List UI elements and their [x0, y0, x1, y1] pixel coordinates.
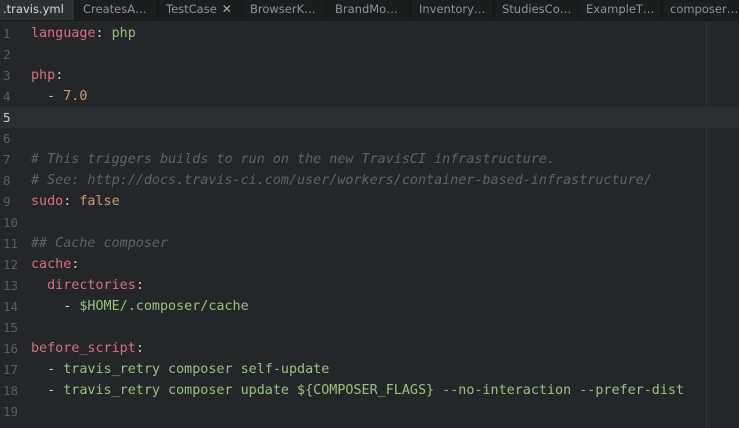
code-line[interactable]: 2 — [0, 44, 739, 65]
code-line[interactable]: 3 php: — [0, 65, 739, 86]
code-line[interactable]: 10 — [0, 212, 739, 233]
code-token: before_script — [31, 341, 136, 356]
line-code: directories: — [31, 275, 144, 296]
tab-label: ExampleT… — [586, 2, 655, 16]
line-number: 12 — [3, 257, 19, 272]
tab-1[interactable]: .travis.yml — [0, 0, 75, 20]
line-code: - travis_retry composer update ${COMPOSE… — [31, 380, 684, 401]
code-line[interactable]: 11 ## Cache composer — [0, 233, 739, 254]
line-code: sudo: false — [31, 191, 120, 212]
code-line[interactable]: 9 sudo: false — [0, 191, 739, 212]
code-line[interactable]: 4 - 7.0 — [0, 86, 739, 107]
code-line[interactable]: 5 — [0, 107, 739, 128]
code-token: - — [31, 299, 80, 314]
code-token: language — [31, 26, 96, 41]
code-line[interactable]: 16 before_script: — [0, 338, 739, 359]
code-token: travis_retry composer update ${COMPOSER_… — [63, 383, 685, 398]
tab-4[interactable]: BrowserK… — [242, 0, 327, 20]
line-code: - $HOME/.composer/cache — [31, 296, 249, 317]
tab-label: Inventory… — [419, 2, 486, 16]
code-line[interactable]: 7 # This triggers builds to run on the ne… — [0, 149, 739, 170]
code-token: - — [31, 362, 64, 377]
line-number: 13 — [3, 278, 19, 293]
code-token: : — [95, 26, 112, 41]
line-number: 7 — [3, 152, 11, 167]
code-token: ## Cache composer — [31, 236, 169, 251]
code-token: - — [31, 89, 64, 104]
code-line[interactable]: 15 — [0, 317, 739, 338]
line-number: 1 — [3, 26, 11, 41]
line-code: # This triggers builds to run on the new… — [31, 149, 555, 170]
tab-8[interactable]: ExampleT… — [578, 0, 662, 20]
line-number: 14 — [3, 299, 19, 314]
tab-bar: .travis.yml CreatesA… TestCase ✕ BrowserK… Br… — [0, 0, 739, 21]
line-code: ## Cache composer — [31, 233, 168, 254]
code-line[interactable]: 8 # See: http://docs.travis-ci.com/user/w… — [0, 170, 739, 191]
tab-label: CreatesA… — [83, 2, 147, 16]
code-editor[interactable]: 1 language: php 2 3 php: 4 - 7.0 5 6 7 # This tri… — [0, 21, 739, 428]
code-line[interactable]: 17 - travis_retry composer self-update — [0, 359, 739, 380]
code-token: : — [135, 278, 144, 293]
tab-label: StudiesCo… — [502, 2, 572, 16]
tab-3[interactable]: TestCase ✕ — [158, 0, 242, 20]
line-code: # See: http://docs.travis-ci.com/user/wo… — [31, 170, 652, 191]
line-number: 19 — [3, 404, 19, 419]
tab-9[interactable]: composer… — [662, 0, 739, 20]
line-number: 5 — [3, 110, 11, 125]
code-line[interactable]: 19 — [0, 401, 739, 422]
code-token: # See: http://docs.travis-ci.com/user/wo… — [31, 173, 652, 188]
line-number: 16 — [3, 341, 19, 356]
line-number: 18 — [3, 383, 19, 398]
line-number: 2 — [3, 47, 11, 62]
code-token: sudo — [31, 194, 64, 209]
code-line[interactable]: 6 — [0, 128, 739, 149]
code-token: php — [31, 68, 56, 83]
code-token: : — [63, 194, 80, 209]
code-token: $HOME/.composer/cache — [79, 299, 249, 314]
code-token: travis_retry composer self-update — [63, 362, 330, 377]
line-code: before_script: — [31, 338, 144, 359]
code-token: : — [71, 257, 80, 272]
code-token: 7.0 — [63, 89, 88, 104]
line-number: 17 — [3, 362, 19, 377]
close-icon[interactable]: ✕ — [222, 2, 232, 16]
line-number: 9 — [3, 194, 11, 209]
code-token: directories — [47, 278, 136, 293]
code-token: - — [31, 383, 64, 398]
code-line[interactable]: 14 - $HOME/.composer/cache — [0, 296, 739, 317]
code-token: : — [135, 341, 144, 356]
tab-5[interactable]: BrandMo… — [327, 0, 411, 20]
line-number: 3 — [3, 68, 11, 83]
tab-label: BrandMo… — [335, 2, 398, 16]
code-token: false — [79, 194, 120, 209]
line-number: 6 — [3, 131, 11, 146]
tab-label: TestCase — [166, 2, 217, 16]
line-number: 15 — [3, 320, 19, 335]
line-code: php: — [31, 65, 63, 86]
line-code: language: php — [31, 23, 136, 44]
code-line[interactable]: 18 - travis_retry composer update ${COMP… — [0, 380, 739, 401]
code-token: : — [55, 68, 64, 83]
line-code: cache: — [31, 254, 79, 275]
tab-label: .travis.yml — [3, 2, 64, 16]
line-code: - 7.0 — [31, 86, 87, 107]
tab-label: BrowserK… — [250, 2, 316, 16]
line-number: 11 — [3, 236, 19, 251]
code-line[interactable]: 13 directories: — [0, 275, 739, 296]
tab-7[interactable]: StudiesCo… — [494, 0, 578, 20]
line-number: 4 — [3, 89, 11, 104]
tab-6[interactable]: Inventory… — [411, 0, 494, 20]
code-token: php — [111, 26, 136, 41]
code-token: # This triggers builds to run on the new… — [31, 152, 556, 167]
line-number: 8 — [3, 173, 11, 188]
line-number: 10 — [3, 215, 19, 230]
line-code: - travis_retry composer self-update — [31, 359, 329, 380]
tab-2[interactable]: CreatesA… — [75, 0, 158, 20]
code-token: cache — [31, 257, 72, 272]
code-line[interactable]: 12 cache: — [0, 254, 739, 275]
tab-label: composer… — [670, 2, 739, 16]
code-line[interactable]: 1 language: php — [0, 23, 739, 44]
